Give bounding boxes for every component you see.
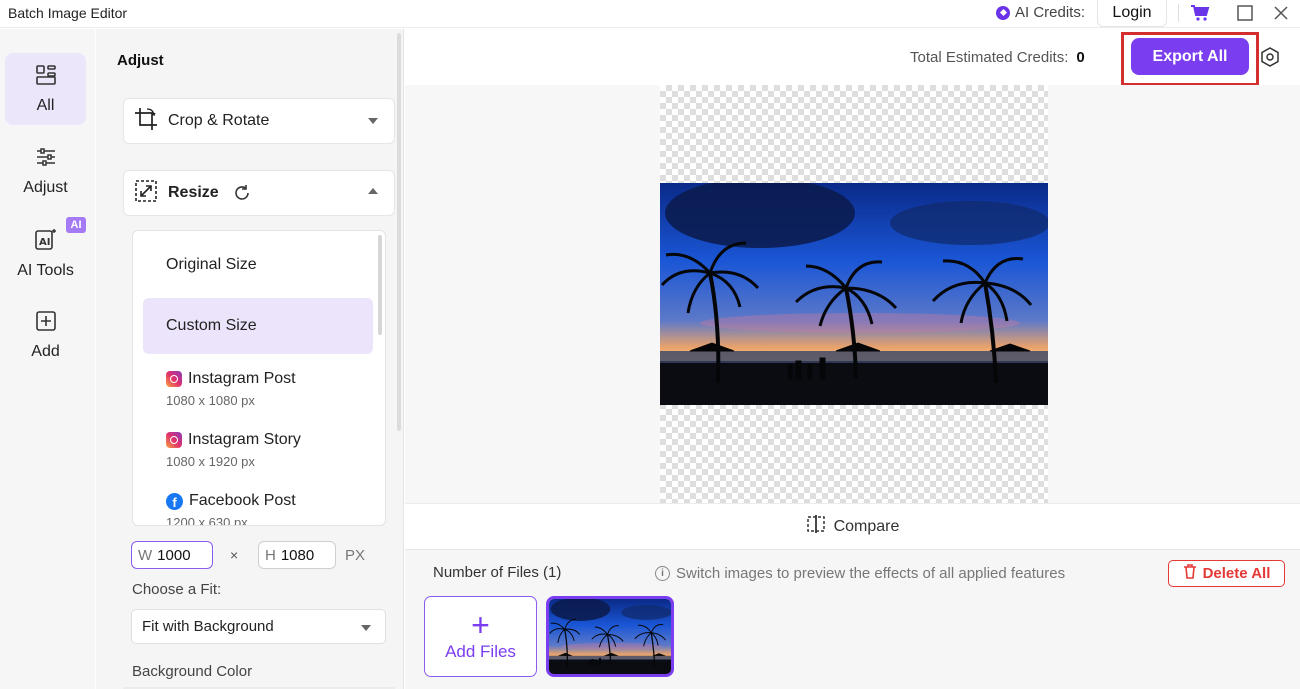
size-option-label: Original Size <box>166 256 257 273</box>
add-files-label: Add Files <box>445 641 516 661</box>
size-option-label: Instagram Post <box>188 370 296 387</box>
rail-item-label: AI Tools <box>17 261 74 279</box>
size-list-scrollbar[interactable] <box>378 235 382 335</box>
compare-label: Compare <box>833 517 900 535</box>
crop-rotate-section[interactable]: Crop & Rotate <box>123 98 395 144</box>
ai-tools-icon: AI <box>34 227 58 256</box>
height-prefix: H <box>265 546 276 564</box>
instagram-icon <box>166 432 182 448</box>
reset-icon[interactable] <box>233 184 251 202</box>
svg-text:AI: AI <box>39 237 50 248</box>
size-option-label: Custom Size <box>166 317 257 334</box>
panel-scrollbar[interactable] <box>397 33 401 431</box>
resize-icon <box>134 179 158 208</box>
sliders-icon <box>35 146 57 173</box>
rail-item-label: All <box>36 96 55 114</box>
cart-icon[interactable] <box>1189 2 1211 24</box>
width-value: 1000 <box>157 546 191 564</box>
delete-all-label: Delete All <box>1202 565 1271 582</box>
chevron-up-icon <box>368 188 378 194</box>
size-option-label: Facebook Post <box>189 492 296 509</box>
ai-credits: AI Credits: <box>996 4 1085 21</box>
resize-label: Resize <box>168 184 219 201</box>
times-symbol: × <box>230 547 239 563</box>
size-option-custom[interactable]: Custom Size <box>143 298 373 354</box>
files-count: Number of Files (1) <box>433 564 562 581</box>
crop-label: Crop & Rotate <box>168 112 270 129</box>
rail-item-all[interactable]: All <box>5 53 86 125</box>
delete-all-button[interactable]: Delete All <box>1168 560 1285 587</box>
hint-text: Switch images to preview the effects of … <box>676 565 1066 582</box>
file-strip: Number of Files (1) i Switch images to p… <box>405 549 1300 689</box>
compare-icon <box>806 514 826 539</box>
width-input[interactable]: W 1000 <box>131 541 213 569</box>
rail-item-adjust[interactable]: Adjust <box>5 135 86 207</box>
ai-credits-label: AI Credits: <box>1015 4 1086 21</box>
unit-label: PX <box>345 547 366 564</box>
rail-item-add[interactable]: Add <box>5 299 86 371</box>
height-input[interactable]: H 1080 <box>258 541 336 569</box>
crop-icon <box>134 107 158 136</box>
rail-item-label: Adjust <box>23 178 68 196</box>
estimated-credits: Total Estimated Credits: 0 <box>910 49 1085 66</box>
thumbnail-image <box>549 599 671 674</box>
left-rail: All Adjust AI AI Tools AI Add <box>0 29 95 689</box>
size-option-facebook-post[interactable]: f Facebook Post 1200 x 630 px <box>143 483 373 526</box>
size-option-dimensions: 1080 x 1080 px <box>166 393 255 408</box>
adjust-panel: Adjust Crop & Rotate Resize Original Siz… <box>96 29 404 689</box>
size-preset-list: Original Size Custom Size Instagram Post… <box>132 230 386 526</box>
background-color-label: Background Color <box>132 663 253 680</box>
rail-item-label: Add <box>31 342 60 360</box>
file-thumbnail[interactable] <box>546 596 674 677</box>
fit-value: Fit with Background <box>142 618 274 635</box>
title-separator <box>1178 4 1179 22</box>
grid-icon <box>35 64 57 91</box>
panel-title: Adjust <box>117 52 164 69</box>
width-prefix: W <box>138 546 153 564</box>
trash-icon <box>1183 564 1197 583</box>
size-option-dimensions: 1080 x 1920 px <box>166 454 255 469</box>
height-value: 1080 <box>280 546 315 564</box>
instagram-icon <box>166 371 182 387</box>
main-area: Total Estimated Credits: 0 Export All Com… <box>405 29 1300 689</box>
settings-gear-icon[interactable] <box>1259 46 1281 68</box>
estimated-credits-label: Total Estimated Credits: <box>910 49 1069 66</box>
size-option-instagram-post[interactable]: Instagram Post 1080 x 1080 px <box>143 361 373 417</box>
maximize-icon[interactable] <box>1234 2 1256 24</box>
resize-section[interactable]: Resize <box>123 170 395 216</box>
preview-hint: i Switch images to preview the effects o… <box>655 565 1065 582</box>
estimated-credits-value: 0 <box>1076 49 1085 66</box>
login-button[interactable]: Login <box>1097 0 1167 27</box>
plus-icon: + <box>471 606 490 643</box>
info-icon: i <box>655 566 670 581</box>
facebook-icon: f <box>166 492 183 510</box>
preview-image <box>660 183 1048 405</box>
ai-credit-gem-icon <box>996 5 1010 20</box>
close-icon[interactable] <box>1270 2 1292 24</box>
app-title: Batch Image Editor <box>8 5 128 21</box>
preview-canvas <box>405 85 1300 503</box>
size-option-original[interactable]: Original Size <box>143 237 373 293</box>
size-option-dimensions: 1200 x 630 px <box>166 515 248 526</box>
chevron-down-icon <box>368 118 378 124</box>
chevron-down-icon <box>361 625 371 631</box>
export-all-button[interactable]: Export All <box>1131 38 1249 75</box>
plus-square-icon <box>35 310 57 337</box>
size-option-instagram-story[interactable]: Instagram Story 1080 x 1920 px <box>143 422 373 478</box>
size-option-label: Instagram Story <box>188 431 301 448</box>
fit-label: Choose a Fit: <box>132 581 222 598</box>
main-toolbar: Total Estimated Credits: 0 Export All <box>405 29 1300 86</box>
title-bar: Batch Image Editor AI Credits: Login <box>0 0 1300 28</box>
add-files-button[interactable]: + Add Files <box>424 596 537 677</box>
compare-button[interactable]: Compare <box>405 503 1300 549</box>
ai-badge: AI <box>66 217 86 233</box>
fit-select[interactable]: Fit with Background <box>131 609 386 644</box>
